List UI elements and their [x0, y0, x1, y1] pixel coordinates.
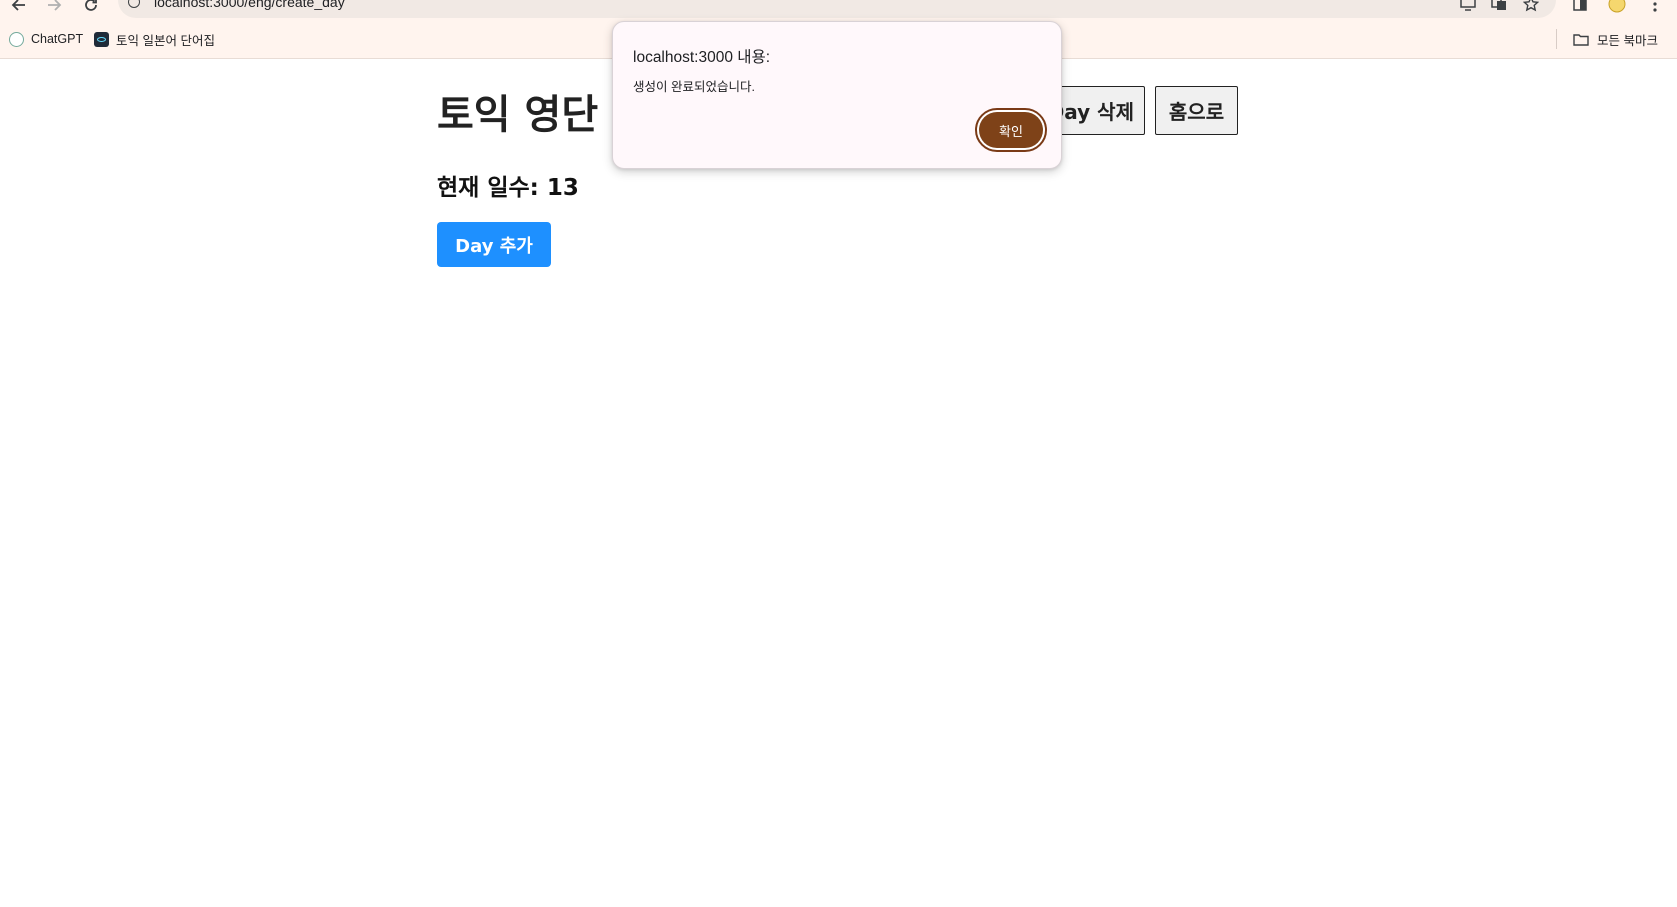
- translate-icon[interactable]: [1489, 0, 1509, 14]
- bookmark-label: ChatGPT: [31, 32, 84, 46]
- bookmarks-separator: [1556, 29, 1557, 49]
- bookmark-toeic-japanese[interactable]: 토익 일본어 단어집: [94, 20, 215, 58]
- url-text: localhost:3000/eng/create_day: [154, 0, 345, 10]
- more-menu-icon[interactable]: [1645, 0, 1665, 14]
- dialog-message: 생성이 완료되었습니다.: [633, 80, 755, 94]
- forward-arrow-icon[interactable]: [43, 0, 65, 16]
- dialog-ok-button[interactable]: 확인: [975, 108, 1047, 152]
- address-bar[interactable]: localhost:3000/eng/create_day: [118, 0, 1556, 18]
- install-app-icon[interactable]: [1458, 0, 1478, 14]
- bookmark-star-icon[interactable]: [1521, 0, 1541, 14]
- bookmark-chatgpt[interactable]: ChatGPT: [9, 20, 83, 58]
- current-day-count: 현재 일수: 13: [437, 168, 579, 202]
- react-favicon-icon: [94, 31, 109, 47]
- profile-avatar-icon[interactable]: [1607, 0, 1627, 14]
- side-panel-icon[interactable]: [1570, 0, 1590, 14]
- back-arrow-icon[interactable]: [8, 0, 30, 16]
- chatgpt-favicon-icon: [9, 31, 24, 47]
- dialog-ok-label: 확인: [979, 112, 1043, 148]
- browser-toolbar: localhost:3000/eng/create_day: [0, 0, 1677, 20]
- alert-dialog: localhost:3000 내용: 생성이 완료되었습니다. 확인: [612, 21, 1062, 169]
- reload-icon[interactable]: [80, 0, 102, 16]
- page-title: 토익 영단: [437, 92, 599, 138]
- site-info-icon[interactable]: [128, 0, 140, 8]
- home-button[interactable]: 홈으로: [1155, 86, 1238, 135]
- day-count-value: 13: [546, 175, 579, 201]
- all-bookmarks-button[interactable]: 모든 북마크: [1573, 20, 1658, 58]
- add-day-button[interactable]: Day 추가: [437, 222, 551, 267]
- dialog-title: localhost:3000 내용:: [633, 49, 771, 66]
- folder-icon: [1573, 33, 1589, 46]
- all-bookmarks-label: 모든 북마크: [1597, 33, 1658, 48]
- bookmark-label: 토익 일본어 단어집: [116, 33, 215, 48]
- day-count-label: 현재 일수:: [437, 175, 547, 201]
